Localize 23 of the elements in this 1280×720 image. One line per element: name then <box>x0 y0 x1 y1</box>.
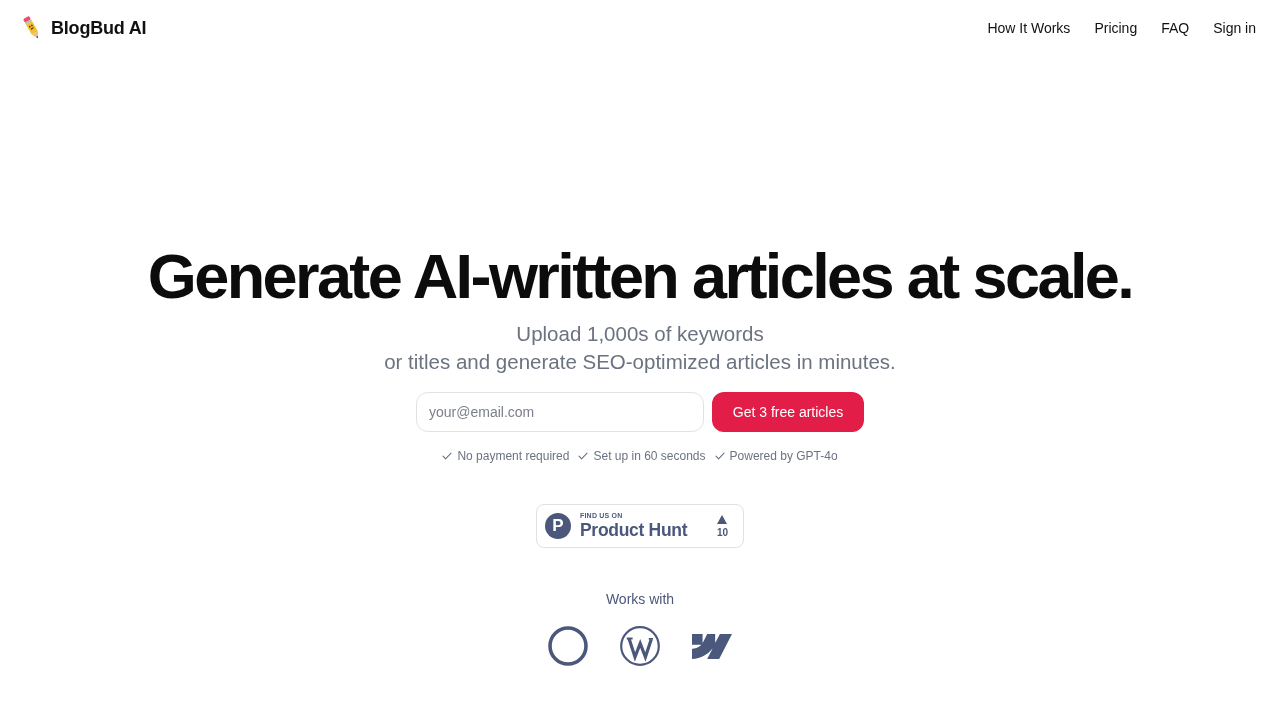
nav-link[interactable]: Pricing <box>1094 20 1138 36</box>
email-field[interactable]: your@email.com <box>416 392 704 432</box>
brand-name[interactable]: BlogBud AI <box>51 17 147 39</box>
feature-note: Powered by GPT-4o <box>729 448 838 465</box>
w-logo-icon <box>692 633 732 659</box>
check-icon <box>714 452 725 460</box>
feature-note: Set up in 60 seconds <box>593 448 706 465</box>
circled-w-icon <box>620 626 660 666</box>
badge-title: Product Hunt <box>580 520 688 540</box>
nav-link[interactable]: FAQ <box>1161 20 1190 36</box>
nav-link[interactable]: Sign in <box>1213 20 1256 36</box>
triangle-icon <box>717 514 728 524</box>
ring-icon <box>548 626 588 666</box>
check-icon <box>578 452 589 460</box>
works-with-label: Works with <box>605 590 675 609</box>
upvote-count: 10 <box>716 526 728 538</box>
logo-mark: P <box>545 513 571 539</box>
hero-headline: Generate AI-written articles at scale. <box>147 242 1133 310</box>
hero-subtitle: Upload 1,000s of keywords or titles and generate SEO-optimized articles in minutes. <box>384 321 896 375</box>
get-articles-button[interactable]: Get 3 free articles <box>712 392 864 432</box>
nav-link[interactable]: How It Works <box>987 20 1071 36</box>
check-icon <box>442 452 453 460</box>
feature-note: No payment required <box>457 448 570 465</box>
